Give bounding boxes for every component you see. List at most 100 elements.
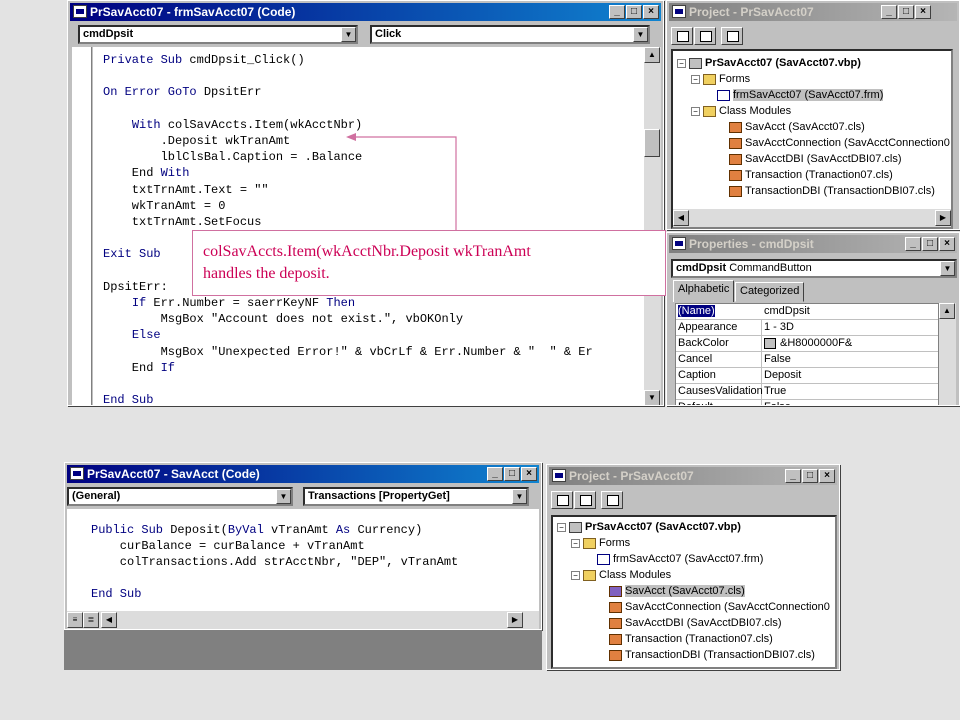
tree-class-item[interactable]: SavAcctConnection (SavAcctConnection0: [729, 135, 950, 151]
minimize-button[interactable]: _: [905, 237, 921, 251]
property-value[interactable]: 1 - 3D: [764, 321, 794, 333]
procedure-combo-value: Transactions [PropertyGet]: [308, 490, 450, 502]
property-value[interactable]: cmdDpsit: [764, 305, 810, 317]
tree-forms-folder[interactable]: − Forms: [571, 535, 630, 551]
view-code-button[interactable]: [551, 491, 573, 509]
close-button[interactable]: ×: [819, 469, 835, 483]
close-button[interactable]: ×: [939, 237, 955, 251]
tree-form-item[interactable]: frmSavAcct07 (SavAcct07.frm): [597, 551, 763, 567]
chevron-down-icon[interactable]: ▼: [512, 489, 527, 504]
tree-class-item[interactable]: Transaction (Tranaction07.cls): [729, 167, 893, 183]
close-button[interactable]: ×: [521, 467, 537, 481]
tree-class-item[interactable]: TransactionDBI (TransactionDBI07.cls): [729, 183, 935, 199]
maximize-button[interactable]: □: [898, 5, 914, 19]
property-row[interactable]: BackColor &H8000000F&: [676, 336, 938, 352]
form-icon: [597, 553, 610, 565]
bottom-code-hscroll[interactable]: ≡ ≣ ◀ ▶: [67, 611, 539, 629]
tree-class-item[interactable]: TransactionDBI (TransactionDBI07.cls): [609, 647, 815, 663]
property-row[interactable]: (Name) cmdDpsit: [676, 304, 938, 320]
property-value[interactable]: False: [764, 401, 791, 405]
scroll-up-button[interactable]: ▲: [939, 303, 955, 319]
folder-icon: [703, 105, 716, 117]
tree-class-item[interactable]: SavAcctDBI (SavAcctDBI07.cls): [609, 615, 782, 631]
maximize-button[interactable]: □: [922, 237, 938, 251]
bottom-code-title: PrSavAcct07 - SavAcct (Code): [87, 467, 260, 481]
procedure-combo[interactable]: Transactions [PropertyGet] ▼: [303, 487, 529, 506]
maximize-button[interactable]: □: [802, 469, 818, 483]
tree-forms-folder[interactable]: − Forms: [691, 71, 750, 87]
property-row[interactable]: Appearance 1 - 3D: [676, 320, 938, 336]
tree-class-item[interactable]: SavAcctDBI (SavAcctDBI07.cls): [729, 151, 902, 167]
tree-class-folder[interactable]: − Class Modules: [571, 567, 671, 583]
project-icon: [569, 521, 582, 533]
view-object-button[interactable]: [574, 491, 596, 509]
toggle-folders-button[interactable]: [601, 491, 623, 509]
folder-icon: [583, 537, 596, 549]
view-module-button[interactable]: ≣: [83, 612, 99, 628]
tree-class-item[interactable]: SavAcctConnection (SavAcctConnection0: [609, 599, 830, 615]
scroll-right-button[interactable]: ▶: [507, 612, 523, 628]
tree-class-item[interactable]: Transaction (Tranaction07.cls): [609, 631, 773, 647]
minimize-button[interactable]: _: [881, 5, 897, 19]
tree-root[interactable]: − PrSavAcct07 (SavAcct07.vbp): [557, 519, 741, 535]
view-procedure-button[interactable]: ≡: [67, 612, 83, 628]
property-row[interactable]: Caption Deposit: [676, 368, 938, 384]
properties-object-combo[interactable]: cmdDpsit CommandButton ▼: [671, 259, 957, 278]
tree-root[interactable]: − PrSavAcct07 (SavAcct07.vbp): [677, 55, 861, 71]
view-code-button[interactable]: [671, 27, 693, 45]
form-icon: [717, 89, 730, 101]
project-icon: [552, 469, 566, 482]
minimize-button[interactable]: _: [785, 469, 801, 483]
close-button[interactable]: ×: [915, 5, 931, 19]
scroll-left-button[interactable]: ◀: [673, 210, 689, 226]
class-module-icon: [609, 633, 622, 645]
maximize-button[interactable]: □: [504, 467, 520, 481]
bottom-code-editor[interactable]: Public Sub Deposit(ByVal vTranAmt As Cur…: [67, 509, 539, 611]
code-line[interactable]: End Sub: [91, 587, 141, 601]
folder-icon: [583, 569, 596, 581]
code-line[interactable]: colTransactions.Add strAcctNbr, "DEP", v…: [91, 555, 458, 569]
class-module-icon: [609, 585, 622, 597]
bottom-project-tree[interactable]: − PrSavAcct07 (SavAcct07.vbp) − Forms frmS…: [551, 515, 837, 669]
property-row[interactable]: CausesValidation True: [676, 384, 938, 400]
object-combo[interactable]: (General) ▼: [67, 487, 293, 506]
scroll-right-button[interactable]: ▶: [935, 210, 951, 226]
property-row[interactable]: Default False: [676, 400, 938, 405]
property-row[interactable]: Cancel False: [676, 352, 938, 368]
tab-categorized[interactable]: Categorized: [735, 282, 805, 302]
code-window-icon: [70, 467, 84, 480]
properties-icon: [672, 237, 686, 250]
properties-titlebar[interactable]: Properties - cmdDpsit _ □ ×: [669, 235, 957, 253]
top-project-titlebar[interactable]: Project - PrSavAcct07 _ □ ×: [669, 3, 957, 21]
top-project-tree[interactable]: − PrSavAcct07 (SavAcct07.vbp) − Forms frmS…: [671, 49, 953, 229]
toggle-folders-button[interactable]: [721, 27, 743, 45]
bottom-project-titlebar[interactable]: Project - PrSavAcct07 _ □ ×: [549, 467, 837, 485]
property-value[interactable]: Deposit: [764, 369, 801, 381]
view-object-button[interactable]: [694, 27, 716, 45]
tree-class-item[interactable]: SavAcct (SavAcct07.cls): [609, 583, 745, 599]
scroll-left-button[interactable]: ◀: [101, 612, 117, 628]
properties-vscroll[interactable]: ▲: [939, 303, 956, 405]
property-value[interactable]: &H8000000F&: [780, 337, 852, 349]
class-module-icon: [729, 169, 742, 181]
property-value[interactable]: True: [764, 385, 786, 397]
tree-class-item[interactable]: SavAcct (SavAcct07.cls): [729, 119, 865, 135]
tree-form-item[interactable]: frmSavAcct07 (SavAcct07.frm): [717, 87, 884, 103]
tree-hscroll[interactable]: ◀ ▶: [673, 209, 951, 227]
property-value[interactable]: False: [764, 353, 791, 365]
class-module-icon: [729, 121, 742, 133]
chevron-down-icon[interactable]: ▼: [940, 261, 955, 276]
minimize-button[interactable]: _: [487, 467, 503, 481]
top-project-title: Project - PrSavAcct07: [689, 5, 814, 19]
properties-grid[interactable]: (Name) cmdDpsit Appearance 1 - 3D BackColor &…: [675, 303, 939, 405]
code-line[interactable]: Public Sub Deposit(ByVal vTranAmt As Cur…: [91, 523, 422, 537]
tab-alphabetic[interactable]: Alphabetic: [673, 280, 735, 302]
chevron-down-icon[interactable]: ▼: [276, 489, 291, 504]
property-name: Default: [678, 401, 713, 405]
property-name: CausesValidation: [678, 385, 763, 397]
property-name: BackColor: [678, 337, 729, 349]
code-line[interactable]: curBalance = curBalance + vTranAmt: [91, 539, 365, 553]
bottom-code-workspace: [64, 630, 542, 670]
bottom-code-titlebar[interactable]: PrSavAcct07 - SavAcct (Code) _ □ ×: [67, 465, 539, 483]
tree-class-folder[interactable]: − Class Modules: [691, 103, 791, 119]
